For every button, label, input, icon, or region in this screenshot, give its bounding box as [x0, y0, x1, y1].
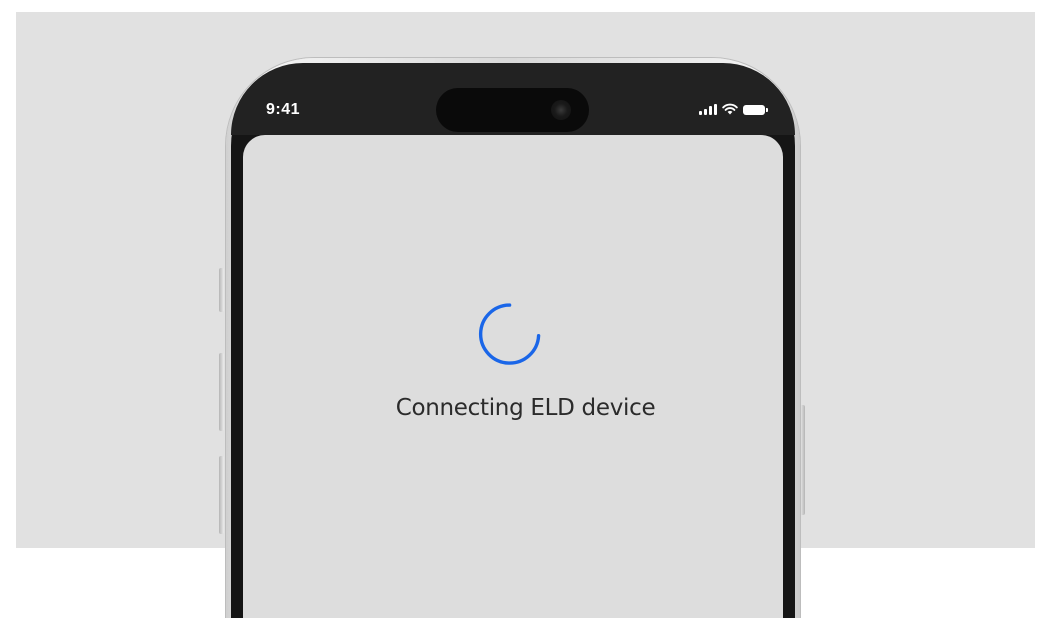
camera-icon: [551, 100, 571, 120]
loading-spinner-icon: [479, 303, 541, 365]
status-time: 9:41: [266, 101, 301, 118]
app-screen: [243, 135, 783, 618]
loading-message: Connecting ELD device: [395, 395, 656, 421]
dynamic-island: [436, 88, 589, 132]
battery-icon: [743, 105, 768, 115]
volume-down-button: [219, 456, 224, 534]
status-bar: 9:41: [231, 63, 795, 135]
status-icons: [699, 103, 768, 115]
wifi-icon: [722, 103, 738, 115]
cellular-signal-icon: [699, 104, 717, 115]
action-button: [219, 268, 224, 312]
power-button: [800, 405, 805, 515]
